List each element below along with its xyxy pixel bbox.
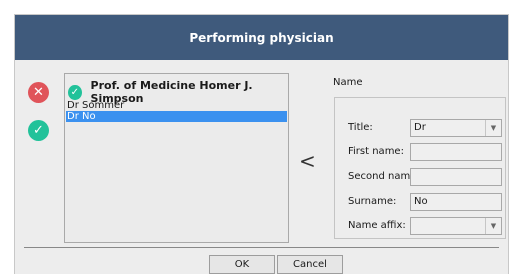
second-name-label: Second name: (348, 171, 420, 182)
name-affix-label: Name affix: (348, 220, 406, 231)
title-label: Title: (348, 122, 373, 133)
check-icon: ✓ (68, 84, 82, 100)
name-affix-select[interactable]: ▼ (410, 217, 502, 235)
title-select[interactable]: Dr ▼ (410, 119, 502, 137)
name-group: Title: Dr ▼ First name: Second name: Sur… (334, 97, 506, 239)
physician-list[interactable]: ✓ Prof. of Medicine Homer J. Simpson Dr … (64, 73, 289, 243)
list-item-selected[interactable]: Dr No (66, 111, 287, 122)
chevron-down-icon[interactable]: ▼ (485, 120, 501, 136)
ok-button[interactable]: OK (209, 255, 275, 274)
divider (24, 247, 499, 248)
second-name-field[interactable] (410, 168, 502, 186)
first-name-field[interactable] (410, 143, 502, 161)
surname-field[interactable]: No (410, 193, 502, 211)
performing-physician-dialog: Performing physician ✕ ✓ ✓ Prof. of Medi… (14, 14, 509, 274)
title-value: Dr (414, 122, 426, 133)
close-icon: ✕ (33, 85, 44, 100)
surname-label: Surname: (348, 196, 397, 207)
chevron-down-icon[interactable]: ▼ (485, 218, 501, 234)
first-name-label: First name: (348, 146, 404, 157)
name-group-label: Name (333, 77, 363, 88)
remove-physician-button[interactable]: ✕ (28, 82, 49, 103)
cancel-button[interactable]: Cancel (277, 255, 343, 274)
check-icon: ✓ (33, 123, 44, 138)
dialog-title: Performing physician (15, 15, 508, 60)
list-item[interactable]: Dr Sommer (66, 100, 287, 111)
chevron-left-icon[interactable]: < (299, 149, 316, 173)
confirm-physician-button[interactable]: ✓ (28, 120, 49, 141)
